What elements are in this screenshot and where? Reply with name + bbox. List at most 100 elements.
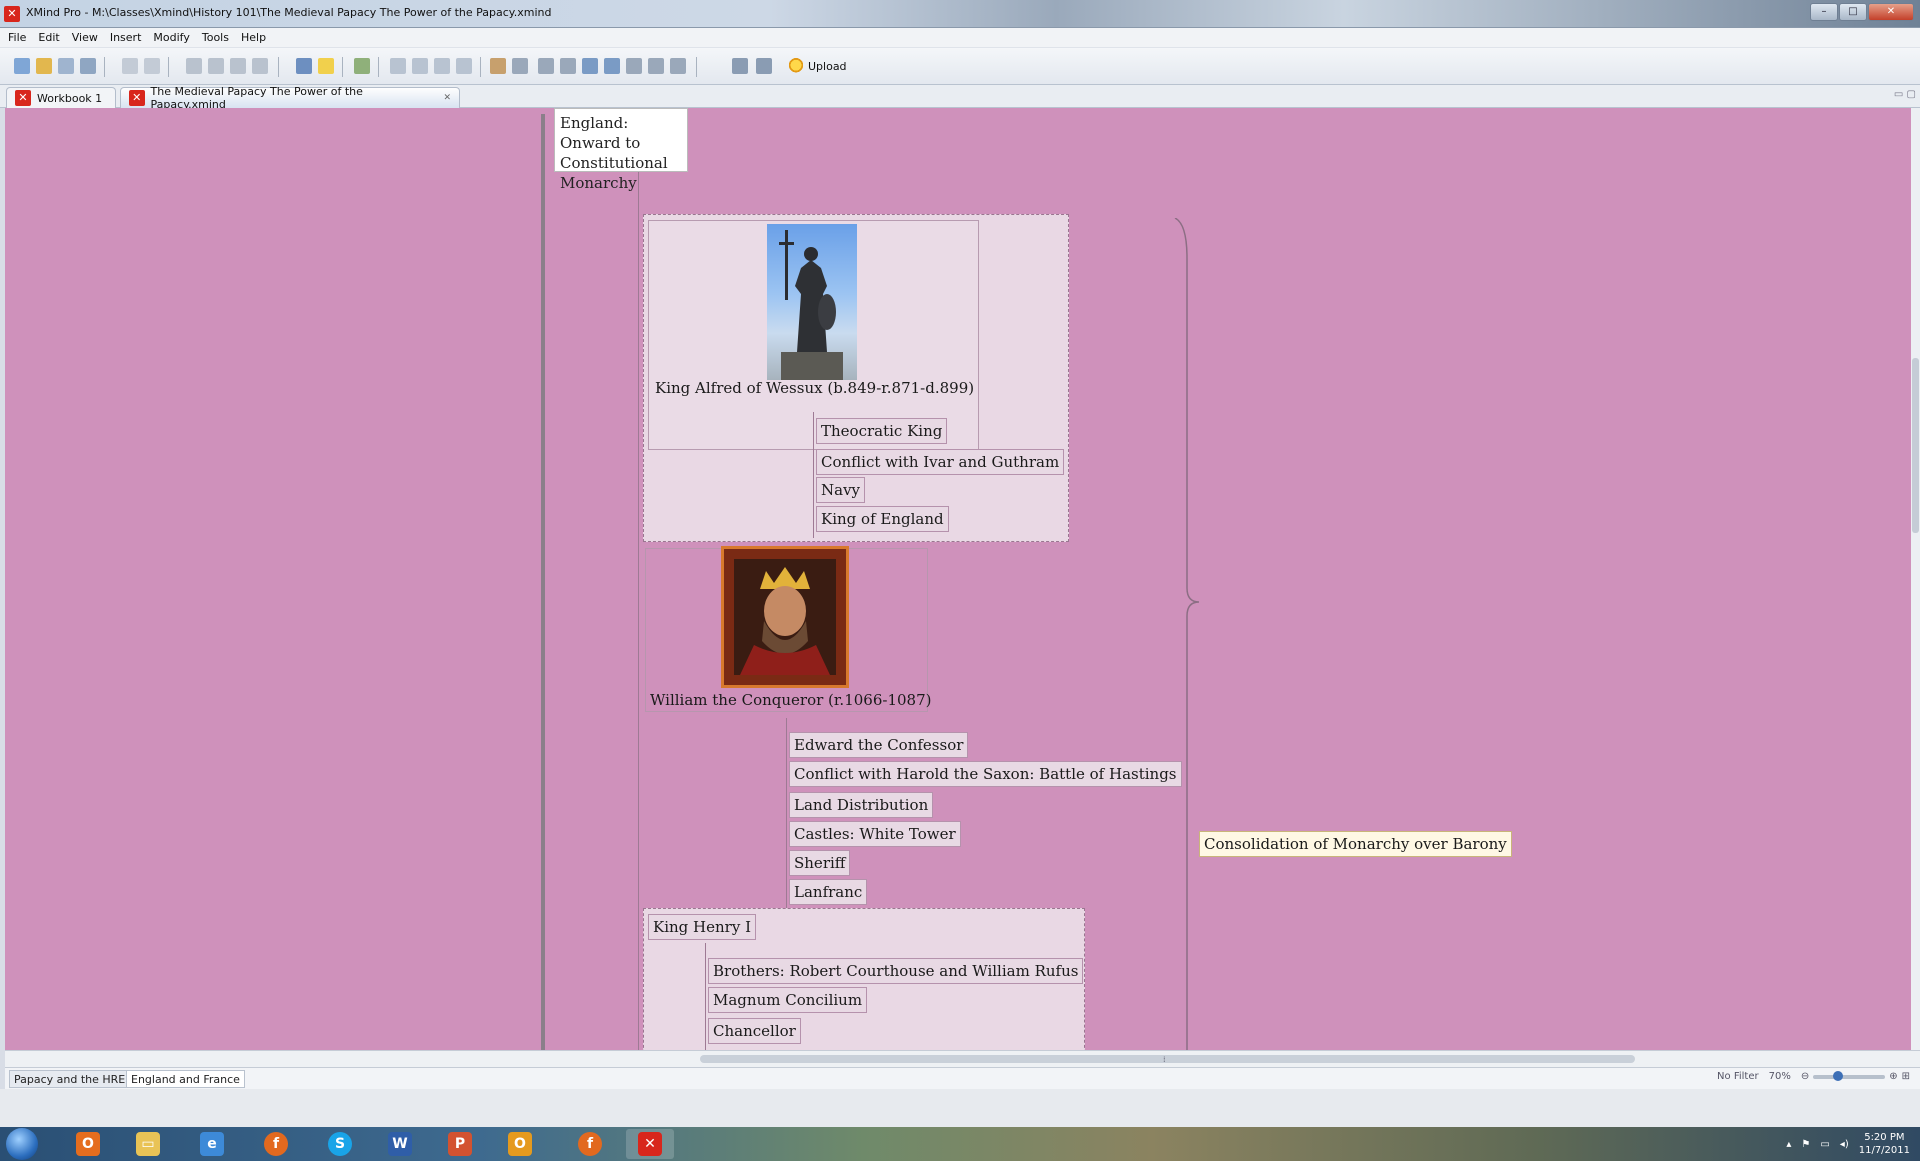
subtopic-theocratic-king[interactable]: Theocratic King: [816, 418, 948, 444]
zoom-out-icon[interactable]: ⊖: [1801, 1071, 1809, 1082]
tab-workbook-1[interactable]: ✕ Workbook 1: [6, 87, 116, 108]
subtopic-sheriff[interactable]: Sheriff: [789, 850, 851, 876]
minimize-maximize-icon[interactable]: ▭ ▢: [1894, 89, 1916, 100]
print-icon[interactable]: [80, 58, 96, 74]
image-icon[interactable]: [512, 58, 528, 74]
vertical-scrollbar[interactable]: [1911, 108, 1920, 1050]
undo-icon[interactable]: [122, 58, 138, 74]
subtopic-navy[interactable]: Navy: [816, 477, 866, 503]
attachment-icon[interactable]: [670, 58, 686, 74]
open-icon[interactable]: [36, 58, 52, 74]
zoom-slider[interactable]: [1813, 1070, 1886, 1081]
subtopic-brothers[interactable]: Brothers: Robert Courthouse and William …: [708, 958, 1084, 984]
redo-icon[interactable]: [144, 58, 160, 74]
root-topic[interactable]: England: Onward to Constitutional Monarc…: [554, 108, 688, 192]
menu-view[interactable]: View: [72, 31, 98, 44]
taskbar-file-explorer-icon[interactable]: ▭: [124, 1129, 172, 1159]
taskbar-skype-icon[interactable]: S: [316, 1129, 364, 1159]
subtopic-land-distribution[interactable]: Land Distribution: [789, 792, 934, 818]
horizontal-scrollbar[interactable]: ⁞: [5, 1050, 1920, 1067]
menu-file[interactable]: File: [8, 31, 26, 44]
alfred-topic-title[interactable]: King Alfred of Wessux (b.849-r.871-d.899…: [651, 376, 978, 400]
close-tab-icon[interactable]: ✕: [443, 93, 451, 103]
start-button[interactable]: [6, 1128, 38, 1160]
volume-icon[interactable]: ◂): [1840, 1139, 1849, 1150]
subtopic-edward-the-confessor[interactable]: Edward the Confessor: [789, 732, 969, 758]
pencil-icon[interactable]: [490, 58, 506, 74]
upload-button[interactable]: Upload: [788, 58, 847, 74]
paste-icon[interactable]: [230, 58, 246, 74]
taskbar-outlook-icon[interactable]: O: [64, 1129, 112, 1159]
subtopic-king-of-england[interactable]: King of England: [816, 506, 949, 532]
table-icon[interactable]: [626, 58, 642, 74]
note-icon[interactable]: [538, 58, 554, 74]
summary-bracket: [1174, 218, 1200, 1050]
sheet-tab-england-france[interactable]: England and France: [126, 1070, 245, 1088]
delete-icon[interactable]: [252, 58, 268, 74]
flag-icon[interactable]: ⚑: [1801, 1139, 1810, 1150]
summary-topic[interactable]: Consolidation of Monarchy over Barony: [1199, 831, 1512, 857]
hyperlink-icon[interactable]: [648, 58, 664, 74]
status-area: No Filter 70% ⊖ ⊕ ⊞: [1717, 1070, 1910, 1082]
copy-icon[interactable]: [208, 58, 224, 74]
menu-modify[interactable]: Modify: [153, 31, 189, 44]
idea-icon[interactable]: [318, 58, 334, 74]
menu-insert[interactable]: Insert: [110, 31, 142, 44]
network-icon[interactable]: ▭: [1820, 1139, 1829, 1150]
summary-icon[interactable]: [434, 58, 450, 74]
scroll-thumb[interactable]: [700, 1055, 1635, 1063]
windows-taskbar: O ▭ e f S W P O f ✕ ▴ ⚑ ▭ ◂) 5:20 PM 11/…: [0, 1127, 1920, 1161]
taskbar-powerpoint-icon[interactable]: P: [436, 1129, 484, 1159]
drill-down-icon[interactable]: [732, 58, 748, 74]
clock-time: 5:20 PM: [1864, 1132, 1905, 1143]
tab-medieval-papacy[interactable]: ✕ The Medieval Papacy The Power of the P…: [120, 85, 460, 111]
brainstorm-icon[interactable]: [354, 58, 370, 74]
relationship-icon[interactable]: [604, 58, 620, 74]
subtopic-conflict-ivar-guthram[interactable]: Conflict with Ivar and Guthram: [816, 449, 1065, 475]
marker-icon[interactable]: [582, 58, 598, 74]
mind-map-canvas[interactable]: England: Onward to Constitutional Monarc…: [5, 108, 1911, 1050]
subtopic-chancellor[interactable]: Chancellor: [708, 1018, 801, 1044]
subtopic-lanfranc[interactable]: Lanfranc: [789, 879, 868, 905]
subtopic-battle-of-hastings[interactable]: Conflict with Harold the Saxon: Battle o…: [789, 761, 1182, 787]
subtopic-castles-white-tower[interactable]: Castles: White Tower: [789, 821, 961, 847]
taskbar-outlook-app-icon[interactable]: O: [496, 1129, 544, 1159]
sheet-tab-papacy-hre[interactable]: Papacy and the HRE: [9, 1070, 131, 1088]
tray-arrow-icon[interactable]: ▴: [1786, 1139, 1791, 1150]
william-topic-title[interactable]: William the Conqueror (r.1066-1087): [646, 688, 935, 712]
drill-up-icon[interactable]: [756, 58, 772, 74]
taskbar-firefox-window-icon[interactable]: f: [566, 1129, 614, 1159]
cut-icon[interactable]: [186, 58, 202, 74]
taskbar-internet-explorer-icon[interactable]: e: [188, 1129, 236, 1159]
menu-tools[interactable]: Tools: [202, 31, 229, 44]
topic-icon[interactable]: [296, 58, 312, 74]
new-icon[interactable]: [14, 58, 30, 74]
minimize-button[interactable]: –: [1810, 3, 1838, 21]
menu-help[interactable]: Help: [241, 31, 266, 44]
menu-edit[interactable]: Edit: [38, 31, 59, 44]
window-bottom-area: [0, 1089, 1920, 1127]
zoom-in-icon[interactable]: ⊕: [1889, 1071, 1897, 1082]
taskbar-firefox-icon[interactable]: f: [252, 1129, 300, 1159]
fit-icon[interactable]: ⊞: [1902, 1071, 1910, 1082]
zoom-level[interactable]: 70%: [1769, 1071, 1791, 1082]
subtopic-magnum-concilium[interactable]: Magnum Concilium: [708, 987, 868, 1013]
maximize-button[interactable]: □: [1839, 3, 1867, 21]
clock-date: 11/7/2011: [1858, 1145, 1910, 1156]
callout-icon[interactable]: [412, 58, 428, 74]
taskbar-word-icon[interactable]: W: [376, 1129, 424, 1159]
close-button[interactable]: ✕: [1868, 3, 1914, 21]
subtopic-icon[interactable]: [390, 58, 406, 74]
toolbar: Upload: [0, 48, 1920, 85]
clock[interactable]: 5:20 PM 11/7/2011: [1859, 1131, 1910, 1157]
upload-icon: [788, 58, 804, 74]
filter-status[interactable]: No Filter: [1717, 1071, 1759, 1082]
connector-line: [705, 943, 706, 1050]
label-icon[interactable]: [560, 58, 576, 74]
save-icon[interactable]: [58, 58, 74, 74]
scroll-thumb[interactable]: [1912, 358, 1919, 533]
henry-topic-title[interactable]: King Henry I: [648, 914, 756, 940]
taskbar-xmind-icon[interactable]: ✕: [626, 1129, 674, 1159]
boundary-icon[interactable]: [456, 58, 472, 74]
portrait-of-william-the-conqueror-image: [721, 546, 849, 688]
